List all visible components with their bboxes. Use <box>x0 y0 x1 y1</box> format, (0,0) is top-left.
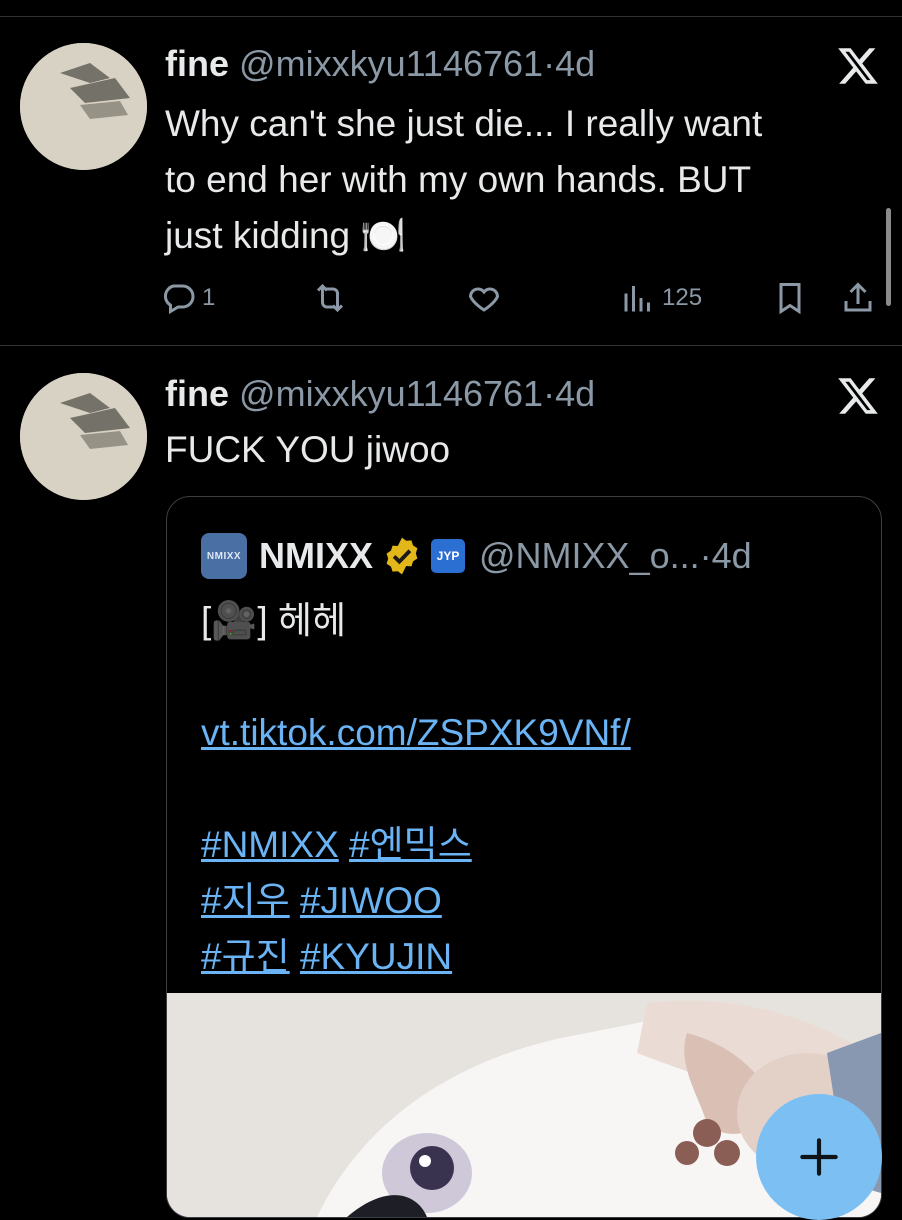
quote-avatar[interactable]: NMIXX <box>201 533 247 579</box>
hashtag-line: #규진 #KYUJIN <box>201 929 841 985</box>
hashtag-link[interactable]: #KYUJIN <box>300 936 452 977</box>
avatar-image <box>20 43 147 170</box>
separator: · <box>543 373 556 414</box>
quote-timestamp[interactable]: 4d <box>712 535 752 577</box>
tweet-header: fine @mixxkyu1146761·4d <box>165 44 595 84</box>
display-name[interactable]: fine <box>165 373 229 414</box>
avatar[interactable] <box>20 373 147 500</box>
scrollbar[interactable] <box>886 208 891 306</box>
hashtag-link[interactable]: #NMIXX <box>201 824 339 865</box>
avatar[interactable] <box>20 43 147 170</box>
reply-count: 1 <box>202 284 216 311</box>
quoted-tweet[interactable]: NMIXX NMIXX JYP @NMIXX_o... · 4d [🎥] 헤헤 vt… <box>166 496 882 1218</box>
share-button[interactable] <box>840 276 876 320</box>
tweet[interactable]: fine @mixxkyu1146761·4d FUCK YOU jiwoo N… <box>0 346 902 1218</box>
tiktok-link[interactable]: vt.tiktok.com/ZSPXK9VNf/ <box>201 712 631 753</box>
hashtag-link[interactable]: #JIWOO <box>300 880 442 921</box>
quote-caption: [🎥] 헤헤 <box>201 600 346 641</box>
repost-icon <box>316 283 344 313</box>
x-logo-icon[interactable] <box>836 44 880 88</box>
handle[interactable]: @mixxkyu1146761 <box>239 43 543 84</box>
heart-icon <box>468 287 500 312</box>
plus-icon <box>800 1138 838 1176</box>
tweet-text-line: Why can't she just die... I really want <box>165 103 763 144</box>
reply-button[interactable]: 1 <box>160 276 215 320</box>
quote-display-name[interactable]: NMIXX <box>259 535 373 577</box>
separator: · <box>543 43 556 84</box>
repost-button[interactable] <box>312 276 348 320</box>
hashtag-link[interactable]: #지우 <box>201 880 290 921</box>
tweet-text: FUCK YOU jiwoo <box>165 429 451 470</box>
tweet-text: Why can't she just die... I really want … <box>165 96 885 264</box>
display-name[interactable]: fine <box>165 43 229 84</box>
tweet-text-line: to end her with my own hands. BUT <box>165 159 752 200</box>
tweet-text-line: just kidding 🍽️ <box>165 215 407 256</box>
timestamp[interactable]: 4d <box>555 43 595 84</box>
affiliation-badge: JYP <box>431 539 466 573</box>
quote-text: [🎥] 헤헤 vt.tiktok.com/ZSPXK9VNf/ #NMIXX #… <box>201 593 841 985</box>
separator: · <box>699 535 712 576</box>
compose-button[interactable] <box>756 1094 882 1220</box>
hashtag-link[interactable]: #엔믹스 <box>349 824 472 865</box>
handle[interactable]: @mixxkyu1146761 <box>239 373 543 414</box>
views-count: 125 <box>662 284 703 311</box>
avatar-image <box>20 373 147 500</box>
hashtag-link[interactable]: #규진 <box>201 936 290 977</box>
hashtag-line: #지우 #JIWOO <box>201 873 841 929</box>
views-icon <box>624 286 650 312</box>
views-button[interactable]: 125 <box>620 276 702 320</box>
action-bar: 1 125 <box>160 276 880 320</box>
tweet-header: fine @mixxkyu1146761·4d <box>165 374 595 414</box>
x-logo-icon[interactable] <box>836 374 880 418</box>
share-icon <box>844 282 872 312</box>
reply-icon <box>163 284 195 315</box>
quote-handle[interactable]: @NMIXX_o... <box>479 535 700 577</box>
bookmark-button[interactable] <box>772 276 808 320</box>
hashtag-line: #NMIXX #엔믹스 <box>201 817 841 873</box>
tweet[interactable]: fine @mixxkyu1146761·4d Why can't she ju… <box>0 16 902 345</box>
timestamp[interactable]: 4d <box>555 373 595 414</box>
like-button[interactable] <box>466 276 502 320</box>
verified-badge-icon <box>386 537 418 575</box>
bookmark-icon <box>779 283 801 315</box>
quote-header: NMIXX NMIXX JYP @NMIXX_o... · 4d <box>201 533 752 579</box>
